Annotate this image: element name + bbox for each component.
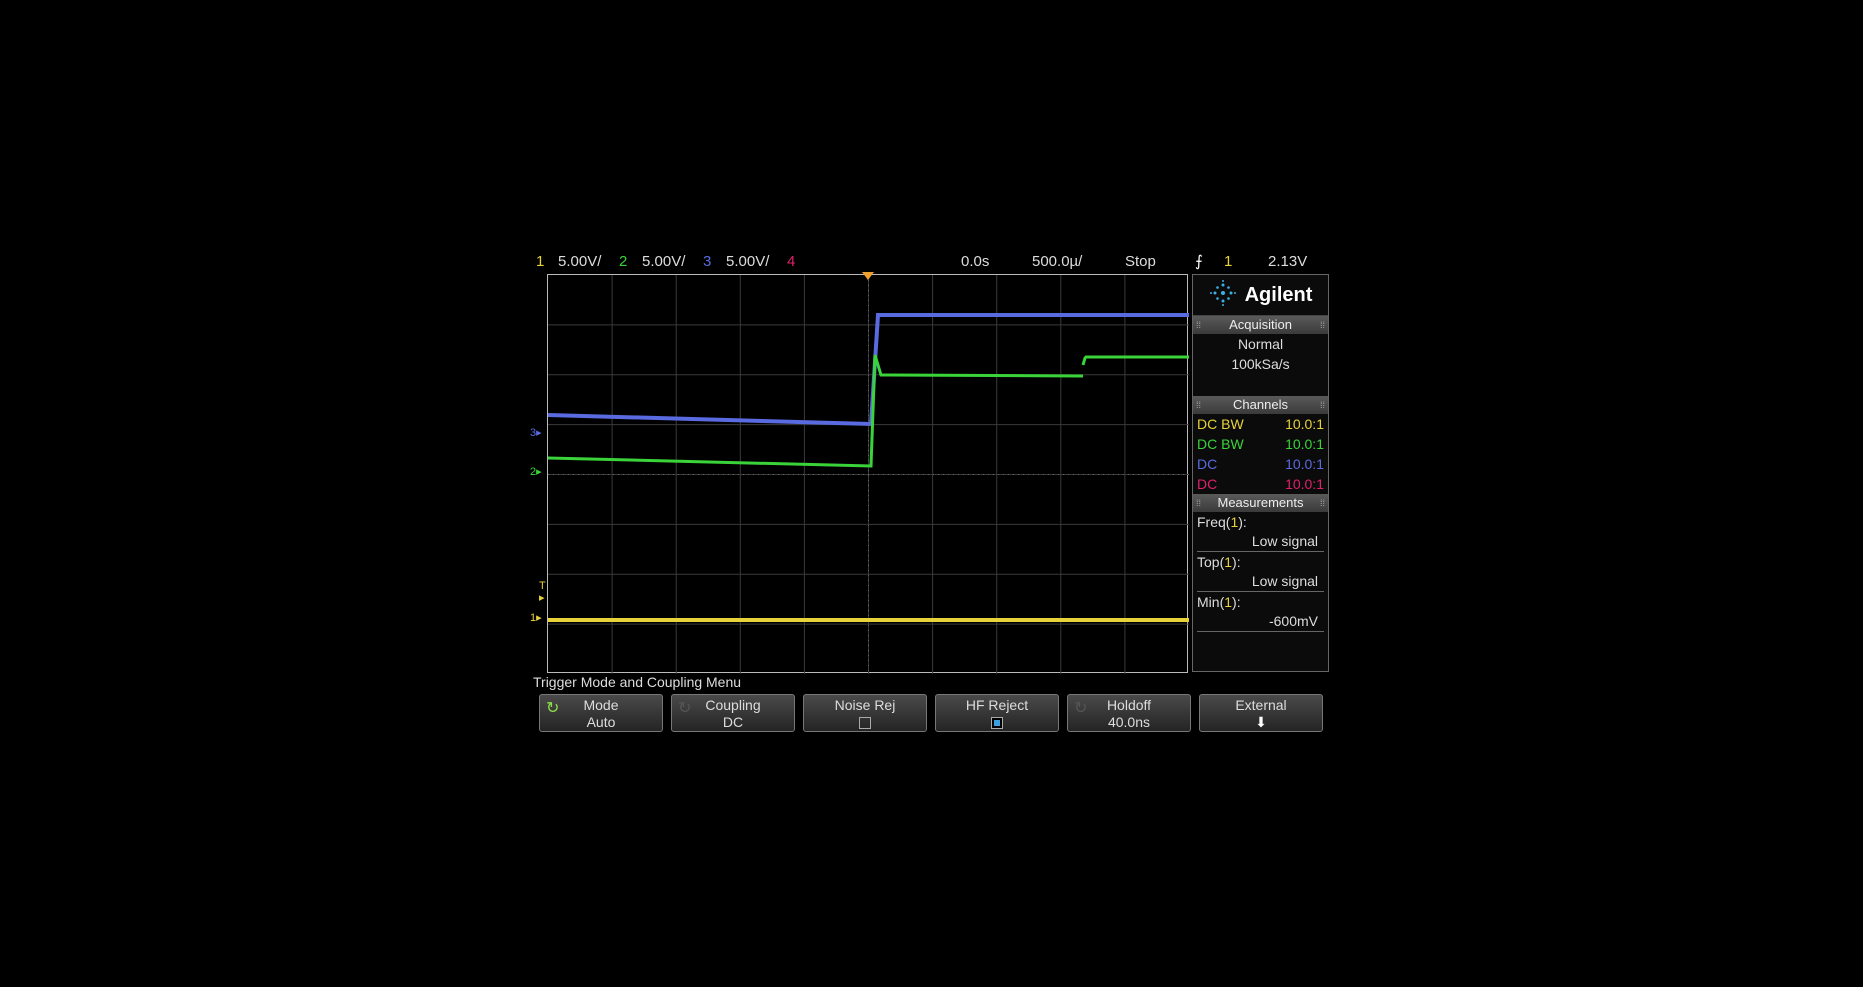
- ch1-number: 1: [536, 253, 545, 270]
- brand-name: Agilent: [1244, 283, 1313, 306]
- trigger-level-marker[interactable]: T ▸: [539, 580, 546, 604]
- brand-header: Agilent: [1193, 275, 1328, 316]
- arrow-down-icon: ⬇: [1255, 714, 1267, 730]
- rotate-knob-icon: ↻: [678, 700, 692, 717]
- rotate-knob-icon: ↻: [546, 700, 560, 717]
- ch3-number: 3: [703, 253, 712, 270]
- acquisition-rate: 100kSa/s: [1231, 356, 1290, 372]
- measurement-label: Top(1):: [1197, 554, 1241, 570]
- noise-reject-checkbox[interactable]: [859, 717, 871, 730]
- holdoff-softkey[interactable]: ↻ Holdoff 40.0ns: [1067, 694, 1191, 732]
- ch3-scale[interactable]: 5.00V/: [726, 250, 769, 274]
- hf-reject-softkey[interactable]: HF Reject: [935, 694, 1059, 732]
- external-softkey[interactable]: External ⬇: [1199, 694, 1323, 732]
- ch2-waveform-segment: [1081, 355, 1189, 366]
- measurement-value: Low signal: [1197, 572, 1324, 592]
- acquisition-mode: Normal: [1237, 336, 1284, 352]
- side-panel: Agilent Acquisition Normal 100kSa/s Chan…: [1192, 274, 1329, 672]
- ch2-ground-marker[interactable]: 2▸: [530, 466, 542, 478]
- ch1-scale[interactable]: 5.00V/: [558, 250, 601, 274]
- waveform-svg: [548, 275, 1189, 674]
- time-reference[interactable]: 0.0s: [961, 250, 989, 274]
- acquisition-header[interactable]: Acquisition: [1193, 316, 1328, 334]
- ch2-number: 2: [619, 253, 628, 270]
- channels-header[interactable]: Channels: [1193, 396, 1328, 414]
- ch2-waveform: [548, 354, 1084, 468]
- time-scale[interactable]: 500.0µ/: [1032, 250, 1082, 274]
- channel-row-3: DC 10.0:1: [1197, 456, 1324, 472]
- measurement-label: Freq(1):: [1197, 514, 1247, 530]
- ch2-scale[interactable]: 5.00V/: [642, 250, 685, 274]
- channel-row-2: DC BW 10.0:1: [1197, 436, 1324, 452]
- channel-row-1: DC BW 10.0:1: [1197, 416, 1324, 432]
- run-state: Stop: [1125, 253, 1156, 270]
- falling-edge-icon: ⨍: [1195, 253, 1203, 270]
- coupling-softkey[interactable]: ↻ Coupling DC: [671, 694, 795, 732]
- ch1-ground-marker[interactable]: 1▸: [530, 612, 542, 624]
- trigger-level[interactable]: 2.13V: [1268, 250, 1307, 274]
- waveform-display[interactable]: [547, 274, 1189, 674]
- hf-reject-checkbox[interactable]: [991, 717, 1003, 730]
- rotate-knob-icon: ↻: [1074, 700, 1088, 717]
- trigger-source: 1: [1224, 253, 1233, 270]
- measurements-header[interactable]: Measurements: [1193, 494, 1328, 512]
- mode-softkey[interactable]: ↻ Mode Auto: [539, 694, 663, 732]
- menu-title: Trigger Mode and Coupling Menu: [533, 674, 742, 690]
- noise-reject-softkey[interactable]: Noise Rej: [803, 694, 927, 732]
- ch3-ground-marker[interactable]: 3▸: [530, 427, 542, 439]
- trigger-position-icon[interactable]: [862, 272, 874, 280]
- agilent-spark-icon: [1209, 279, 1237, 312]
- measurement-value: -600mV: [1197, 612, 1324, 632]
- measurement-label: Min(1):: [1197, 594, 1241, 610]
- ch4-number: 4: [787, 253, 796, 270]
- channel-row-4: DC 10.0:1: [1197, 476, 1324, 492]
- measurement-value: Low signal: [1197, 532, 1324, 552]
